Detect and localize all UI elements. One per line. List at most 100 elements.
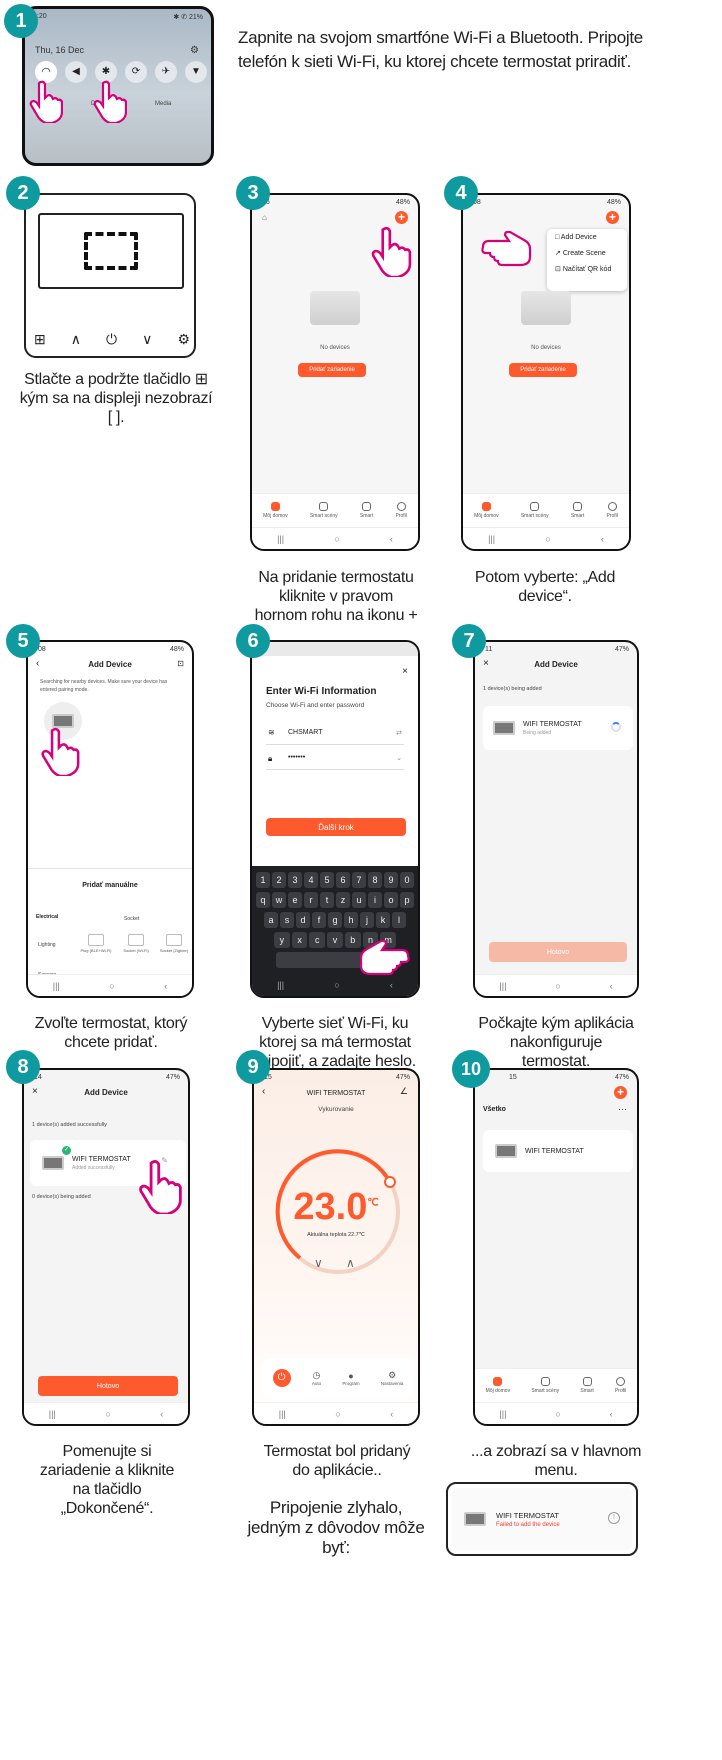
tab-smart[interactable]: Smart	[580, 1377, 594, 1394]
failed-device-card[interactable]: WIFI TERMOSTAT Failed to add the device …	[446, 1482, 638, 1556]
key-d[interactable]: d	[296, 912, 310, 928]
add-plus-button[interactable]: +	[614, 1086, 627, 1099]
home-nav-icon[interactable]: ○	[335, 1409, 340, 1419]
key-s[interactable]: s	[280, 912, 294, 928]
key-y[interactable]: y	[274, 932, 290, 948]
home-nav-icon[interactable]: ○	[545, 534, 550, 544]
next-step-button[interactable]: Ďalší krok	[266, 818, 406, 836]
tab-home[interactable]: Môj domov	[474, 502, 499, 519]
gear-icon[interactable]: ⚙	[190, 45, 199, 56]
tab-scenes[interactable]: Smart scény	[521, 502, 549, 519]
add-device-button[interactable]: Pridať zariadenie	[298, 363, 366, 377]
home-nav-icon[interactable]: ○	[334, 980, 339, 990]
up-button-icon[interactable]: ∧	[71, 331, 81, 348]
close-icon[interactable]: ×	[402, 666, 408, 677]
airplane-icon[interactable]: ✈	[155, 61, 177, 83]
program-button[interactable]: ● Program	[342, 1371, 359, 1386]
settings-button[interactable]: ⚙ Nastavenia	[381, 1370, 404, 1386]
key-j[interactable]: j	[360, 912, 374, 928]
home-nav-icon[interactable]: ○	[109, 981, 114, 991]
back-nav-icon[interactable]: ‹	[601, 534, 604, 544]
back-nav-icon[interactable]: ‹	[160, 1409, 163, 1419]
key-a[interactable]: a	[264, 912, 278, 928]
tab-scenes[interactable]: Smart scény	[310, 502, 338, 519]
menu-add-device[interactable]: □ Add Device	[547, 229, 627, 245]
key-1[interactable]: 1	[256, 872, 270, 888]
key-3[interactable]: 3	[288, 872, 302, 888]
down-button-icon[interactable]: ∨	[142, 331, 152, 348]
home-nav-icon[interactable]: ○	[555, 1409, 560, 1419]
edit-icon[interactable]: ∠	[400, 1086, 408, 1097]
tab-scenes[interactable]: Smart scény	[531, 1377, 559, 1394]
tab-profile[interactable]: Profil	[395, 502, 407, 519]
flashlight-icon[interactable]: ▼	[185, 61, 207, 83]
add-device-button[interactable]: Pridať zariadenie	[509, 363, 577, 377]
back-nav-icon[interactable]: ‹	[610, 1409, 613, 1419]
recent-apps-icon[interactable]: |||	[53, 981, 60, 991]
key-z[interactable]: z	[336, 892, 350, 908]
key-f[interactable]: f	[312, 912, 326, 928]
back-nav-icon[interactable]: ‹	[390, 980, 393, 990]
rotate-icon[interactable]: ⟳	[125, 61, 147, 83]
ssid-field[interactable]: CHSMART	[288, 729, 322, 736]
power-button-icon[interactable]: ⏻	[106, 331, 117, 348]
category-electrical[interactable]: Electrical	[36, 914, 58, 920]
tab-profile[interactable]: Profil	[615, 1377, 626, 1394]
key-u[interactable]: u	[352, 892, 366, 908]
home-nav-icon[interactable]: ○	[105, 1409, 110, 1419]
done-button-disabled[interactable]: Hotovo	[489, 942, 627, 962]
filter-all[interactable]: Všetko	[483, 1106, 506, 1113]
key-x[interactable]: x	[291, 932, 308, 948]
back-nav-icon[interactable]: ‹	[164, 981, 167, 991]
scan-icon[interactable]: ⊡	[177, 659, 184, 668]
plug-item[interactable]: Plug (BLE+Wi-Fi)	[80, 934, 112, 953]
tab-smart[interactable]: Smart	[360, 502, 373, 519]
device-card[interactable]: WIFI TERMOSTAT Being added	[483, 706, 633, 750]
socket-zigbee-item[interactable]: Socket (Zigbee)	[158, 934, 190, 953]
done-button[interactable]: Hotovo	[38, 1376, 178, 1396]
menu-scan-qr[interactable]: ⊡ Načítať QR kód	[547, 261, 627, 277]
back-nav-icon[interactable]: ‹	[390, 1409, 393, 1419]
back-nav-icon[interactable]: ‹	[610, 981, 613, 991]
password-field[interactable]: •••••••	[288, 754, 305, 761]
tab-smart[interactable]: Smart	[571, 502, 584, 519]
key-2[interactable]: 2	[272, 872, 286, 888]
device-card[interactable]: WIFI TERMOSTAT	[483, 1130, 633, 1172]
temp-down-icon[interactable]: ∨	[314, 1256, 323, 1270]
chevron-down-icon[interactable]: ⌄	[396, 754, 402, 762]
key-9[interactable]: 9	[384, 872, 398, 888]
home-nav-icon[interactable]: ○	[334, 534, 339, 544]
home-selector-icon[interactable]: ⌂	[262, 213, 267, 222]
power-button[interactable]: ⏻	[272, 1369, 291, 1387]
key-l[interactable]: l	[392, 912, 406, 928]
key-t[interactable]: t	[320, 892, 334, 908]
key-8[interactable]: 8	[368, 872, 382, 888]
recent-apps-icon[interactable]: |||	[277, 980, 284, 990]
key-g[interactable]: g	[328, 912, 342, 928]
recent-apps-icon[interactable]: |||	[499, 981, 506, 991]
recent-apps-icon[interactable]: |||	[49, 1409, 56, 1419]
menu-create-scene[interactable]: ↗ Create Scene	[547, 245, 627, 261]
more-options-icon[interactable]: ···	[618, 1104, 627, 1114]
key-o[interactable]: o	[384, 892, 398, 908]
back-nav-icon[interactable]: ‹	[390, 534, 393, 544]
key-q[interactable]: q	[256, 892, 270, 908]
key-r[interactable]: r	[304, 892, 318, 908]
key-5[interactable]: 5	[320, 872, 334, 888]
add-plus-button[interactable]: +	[606, 211, 619, 224]
key-6[interactable]: 6	[336, 872, 350, 888]
recent-apps-icon[interactable]: |||	[488, 534, 495, 544]
tab-home[interactable]: Môj domov	[263, 502, 288, 519]
swap-icon[interactable]: ⇄	[396, 729, 402, 737]
key-w[interactable]: w	[272, 892, 286, 908]
info-icon[interactable]: !	[608, 1512, 620, 1524]
key-p[interactable]: p	[400, 892, 414, 908]
sound-icon[interactable]: ◀	[65, 61, 87, 83]
key-0[interactable]: 0	[400, 872, 414, 888]
tab-home[interactable]: Môj domov	[486, 1377, 510, 1394]
auto-button[interactable]: ◷ Auto	[312, 1370, 321, 1386]
temp-up-icon[interactable]: ∧	[346, 1256, 355, 1270]
recent-apps-icon[interactable]: |||	[499, 1409, 506, 1419]
key-e[interactable]: e	[288, 892, 302, 908]
add-plus-button[interactable]: +	[395, 211, 408, 224]
